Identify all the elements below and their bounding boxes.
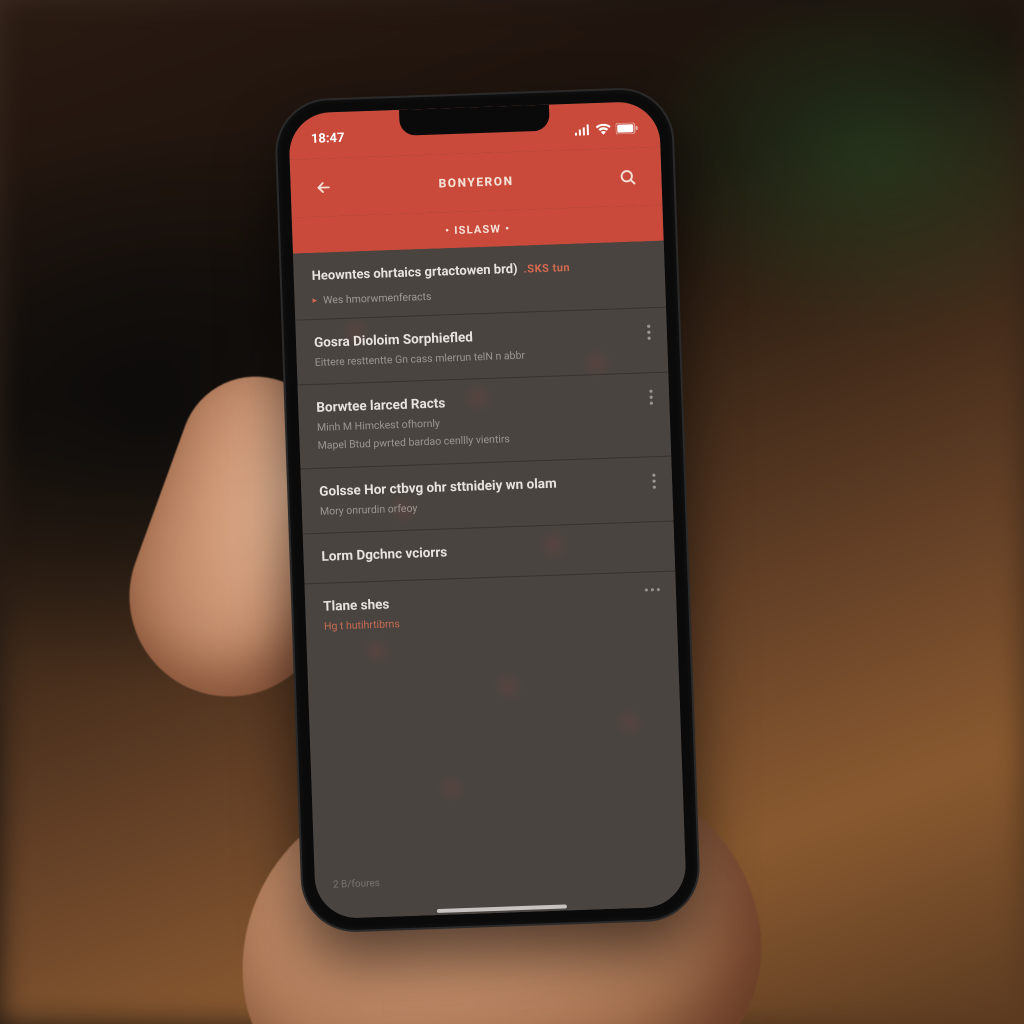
item-more-button[interactable]: [645, 588, 660, 592]
signal-icon: [575, 124, 591, 136]
list-item[interactable]: Tlane shes Hg t hutihrtibrns: [304, 571, 677, 648]
battery-icon: [616, 122, 638, 134]
status-time: 18:47: [311, 130, 345, 146]
section-subtitle: Wes hmorwmenferacts: [323, 290, 432, 307]
more-horizontal-icon: [645, 588, 660, 592]
more-vertical-icon: [647, 324, 652, 340]
more-vertical-icon: [652, 473, 657, 489]
search-button[interactable]: [613, 161, 644, 192]
subheader-label: • ISLASW •: [445, 222, 511, 237]
item-more-button[interactable]: [649, 389, 654, 408]
back-button[interactable]: [308, 172, 339, 203]
more-vertical-icon: [649, 389, 654, 405]
section-title-accent: .SKS tun: [523, 261, 570, 276]
phone-screen: 18:47 BONYERON • ISLASW •: [288, 101, 687, 919]
status-indicators: [575, 122, 638, 135]
search-icon: [619, 167, 639, 187]
list-item[interactable]: Borwtee larced Racts Minh M Himckest ofh…: [298, 373, 672, 468]
chevron-right-icon: ▸: [312, 295, 317, 305]
list-item[interactable]: Golsse Hor ctbvg ohr sttnideiy wn olam M…: [300, 456, 673, 533]
section-header: Heowntes ohrtaics grtactowen brd) .SKS t…: [293, 241, 666, 320]
notch: [398, 105, 549, 136]
footer-meta: 2 B/foures: [333, 878, 380, 891]
list-item[interactable]: Gosra Dioloim Sorphiefled Eittere restte…: [295, 308, 668, 385]
wifi-icon: [596, 123, 611, 135]
item-more-button[interactable]: [647, 324, 652, 343]
header-title: BONYERON: [438, 174, 513, 191]
phone-device: 18:47 BONYERON • ISLASW •: [276, 88, 700, 931]
arrow-left-icon: [314, 178, 333, 197]
section-title-main: Heowntes ohrtaics grtactowen brd): [311, 262, 517, 284]
home-indicator[interactable]: [436, 904, 566, 913]
item-title: Lorm Dgchnc vciorrs: [321, 537, 656, 565]
content-scroll[interactable]: Heowntes ohrtaics grtactowen brd) .SKS t…: [293, 241, 687, 920]
item-more-button[interactable]: [652, 473, 657, 492]
